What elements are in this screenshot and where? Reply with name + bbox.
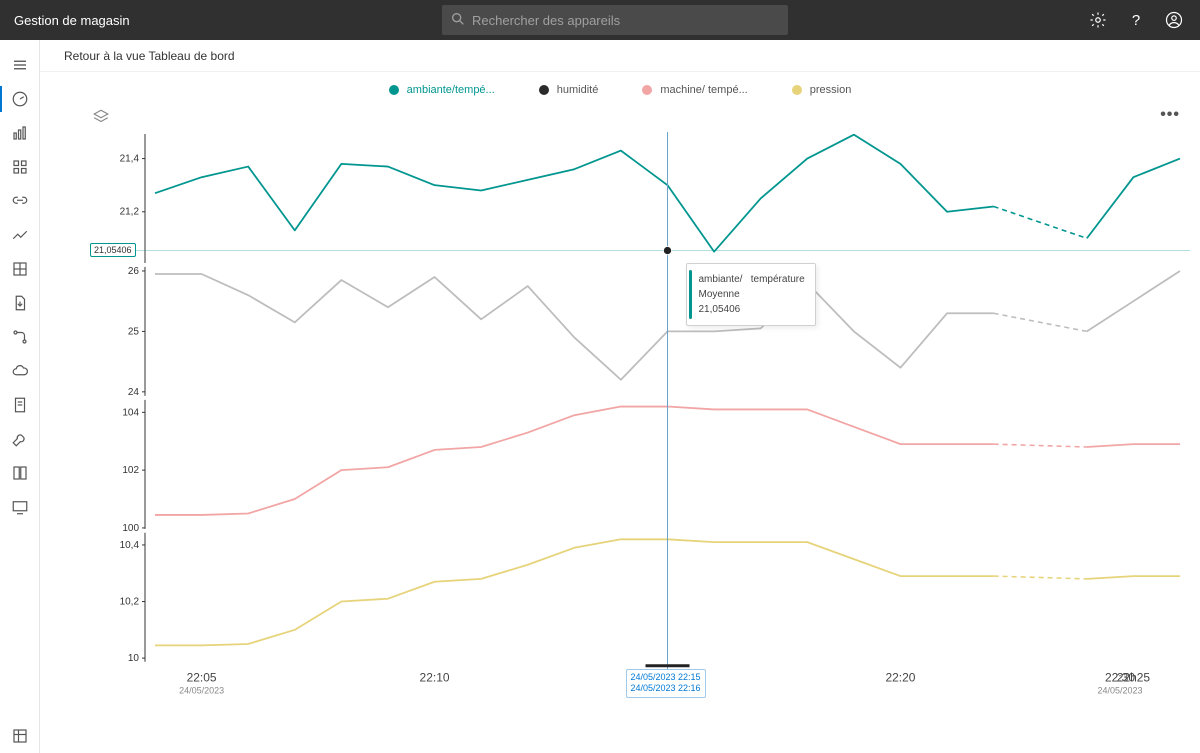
sidebar-item-analytics[interactable] — [0, 218, 40, 252]
svg-text:22:20: 22:20 — [885, 671, 915, 685]
legend-label: machine/ tempé... — [660, 84, 747, 96]
more-options-button[interactable]: ••• — [1160, 110, 1180, 120]
wrench-icon — [11, 430, 29, 448]
svg-text:22:05: 22:05 — [187, 671, 217, 685]
plot-svg: 21,4 21,2 26 25 24 104 102 100 10,4 10,2 10 22:05 22… — [90, 132, 1190, 713]
doc-icon — [11, 396, 29, 414]
file-arrow-icon — [11, 294, 29, 312]
sidebar-item-monitor[interactable] — [0, 490, 40, 524]
svg-text:25: 25 — [128, 326, 140, 337]
legend-label: ambiante/tempé... — [407, 84, 495, 96]
legend-item-machine[interactable]: machine/ tempé... — [642, 84, 747, 96]
link-icon — [11, 192, 29, 210]
svg-text:22:30: 22:30 — [1105, 671, 1135, 685]
tooltip-line: température — [751, 274, 805, 285]
grid-icon — [11, 260, 29, 278]
cursor-time-label: 24/05/2023 22:15 24/05/2023 22:16 — [626, 669, 706, 698]
app-header: Gestion de magasin Rechercher des appare… — [0, 0, 1200, 40]
sidebar-item-dashboard[interactable] — [0, 82, 40, 116]
sidebar-item-cloud[interactable] — [0, 354, 40, 388]
settings-button[interactable] — [1086, 8, 1110, 32]
svg-text:10,4: 10,4 — [120, 540, 140, 551]
cursor-y-label: 21,05406 — [90, 243, 136, 257]
legend-dot-icon — [389, 85, 399, 95]
user-circle-icon — [1165, 11, 1183, 29]
svg-text:104: 104 — [122, 407, 139, 418]
help-button[interactable]: ? — [1124, 8, 1148, 32]
svg-text:100: 100 — [122, 523, 139, 534]
tooltip-line: ambiante/ — [699, 274, 743, 285]
svg-text:21,4: 21,4 — [120, 154, 140, 165]
left-sidebar — [0, 40, 40, 753]
svg-text:24: 24 — [128, 387, 140, 398]
legend-item-humidite[interactable]: humidité — [539, 84, 599, 96]
layers-button[interactable] — [92, 108, 110, 131]
legend-label: pression — [810, 84, 852, 96]
sidebar-item-link[interactable] — [0, 184, 40, 218]
legend-dot-icon — [539, 85, 549, 95]
table-icon — [11, 727, 29, 745]
sidebar-item-flow[interactable] — [0, 320, 40, 354]
svg-text:26: 26 — [128, 266, 140, 277]
flow-icon — [11, 328, 29, 346]
account-button[interactable] — [1162, 8, 1186, 32]
tooltip-color-bar — [689, 270, 692, 319]
sidebar-item-export[interactable] — [0, 286, 40, 320]
hamburger-icon — [11, 56, 29, 74]
legend-dot-icon — [642, 85, 652, 95]
breadcrumb[interactable]: Retour à la vue Tableau de bord — [40, 40, 1200, 72]
legend-item-pression[interactable]: pression — [792, 84, 852, 96]
sidebar-item-bottom[interactable] — [0, 719, 40, 753]
cursor-time-line: 24/05/2023 22:16 — [631, 683, 701, 695]
svg-text:10,2: 10,2 — [120, 597, 140, 608]
svg-text:102: 102 — [122, 465, 139, 476]
tooltip-line: Moyenne — [699, 287, 805, 302]
svg-text:24/05/2023: 24/05/2023 — [1098, 685, 1143, 695]
chart-area: ambiante/tempé... humidité machine/ temp… — [40, 72, 1200, 753]
columns-icon — [11, 464, 29, 482]
search-placeholder: Rechercher des appareils — [472, 13, 620, 28]
legend-label: humidité — [557, 84, 599, 96]
app-title: Gestion de magasin — [0, 13, 130, 28]
svg-text:22:10: 22:10 — [420, 671, 450, 685]
gauge-icon — [11, 90, 29, 108]
gear-icon — [1089, 11, 1107, 29]
chart-tooltip: ambiante/ température Moyenne 21,05406 — [686, 263, 816, 326]
cloud-icon — [11, 362, 29, 380]
sidebar-item-devices[interactable] — [0, 116, 40, 150]
cursor-time-line: 24/05/2023 22:15 — [631, 672, 701, 684]
svg-text:24/05/2023: 24/05/2023 — [179, 685, 224, 695]
sidebar-hamburger[interactable] — [0, 48, 40, 82]
svg-text:10: 10 — [128, 653, 140, 664]
monitor-icon — [11, 498, 29, 516]
barchart-icon — [11, 124, 29, 142]
svg-text:21,2: 21,2 — [120, 207, 140, 218]
layers-icon — [92, 108, 110, 126]
linechart-icon — [11, 226, 29, 244]
legend-dot-icon — [792, 85, 802, 95]
ellipsis-icon: ••• — [1160, 106, 1180, 123]
sidebar-item-rules[interactable] — [0, 388, 40, 422]
content-area: Retour à la vue Tableau de bord ambiante… — [40, 40, 1200, 753]
sidebar-item-groups[interactable] — [0, 150, 40, 184]
sidebar-item-grid[interactable] — [0, 252, 40, 286]
sidebar-item-layout[interactable] — [0, 456, 40, 490]
tooltip-line: 21,05406 — [699, 302, 805, 317]
tiles-icon — [11, 158, 29, 176]
help-icon: ? — [1132, 12, 1140, 29]
search-input[interactable]: Rechercher des appareils — [442, 5, 788, 35]
breadcrumb-text: Retour à la vue Tableau de bord — [64, 49, 235, 63]
legend-item-ambiante[interactable]: ambiante/tempé... — [389, 84, 495, 96]
cursor-y-value: 21,05406 — [94, 245, 132, 255]
sidebar-item-admin[interactable] — [0, 422, 40, 456]
chart-legend: ambiante/tempé... humidité machine/ temp… — [40, 84, 1200, 96]
chart-plot[interactable]: 21,4 21,2 26 25 24 104 102 100 10,4 10,2 10 22:05 22… — [90, 132, 1190, 713]
search-icon — [450, 11, 466, 30]
